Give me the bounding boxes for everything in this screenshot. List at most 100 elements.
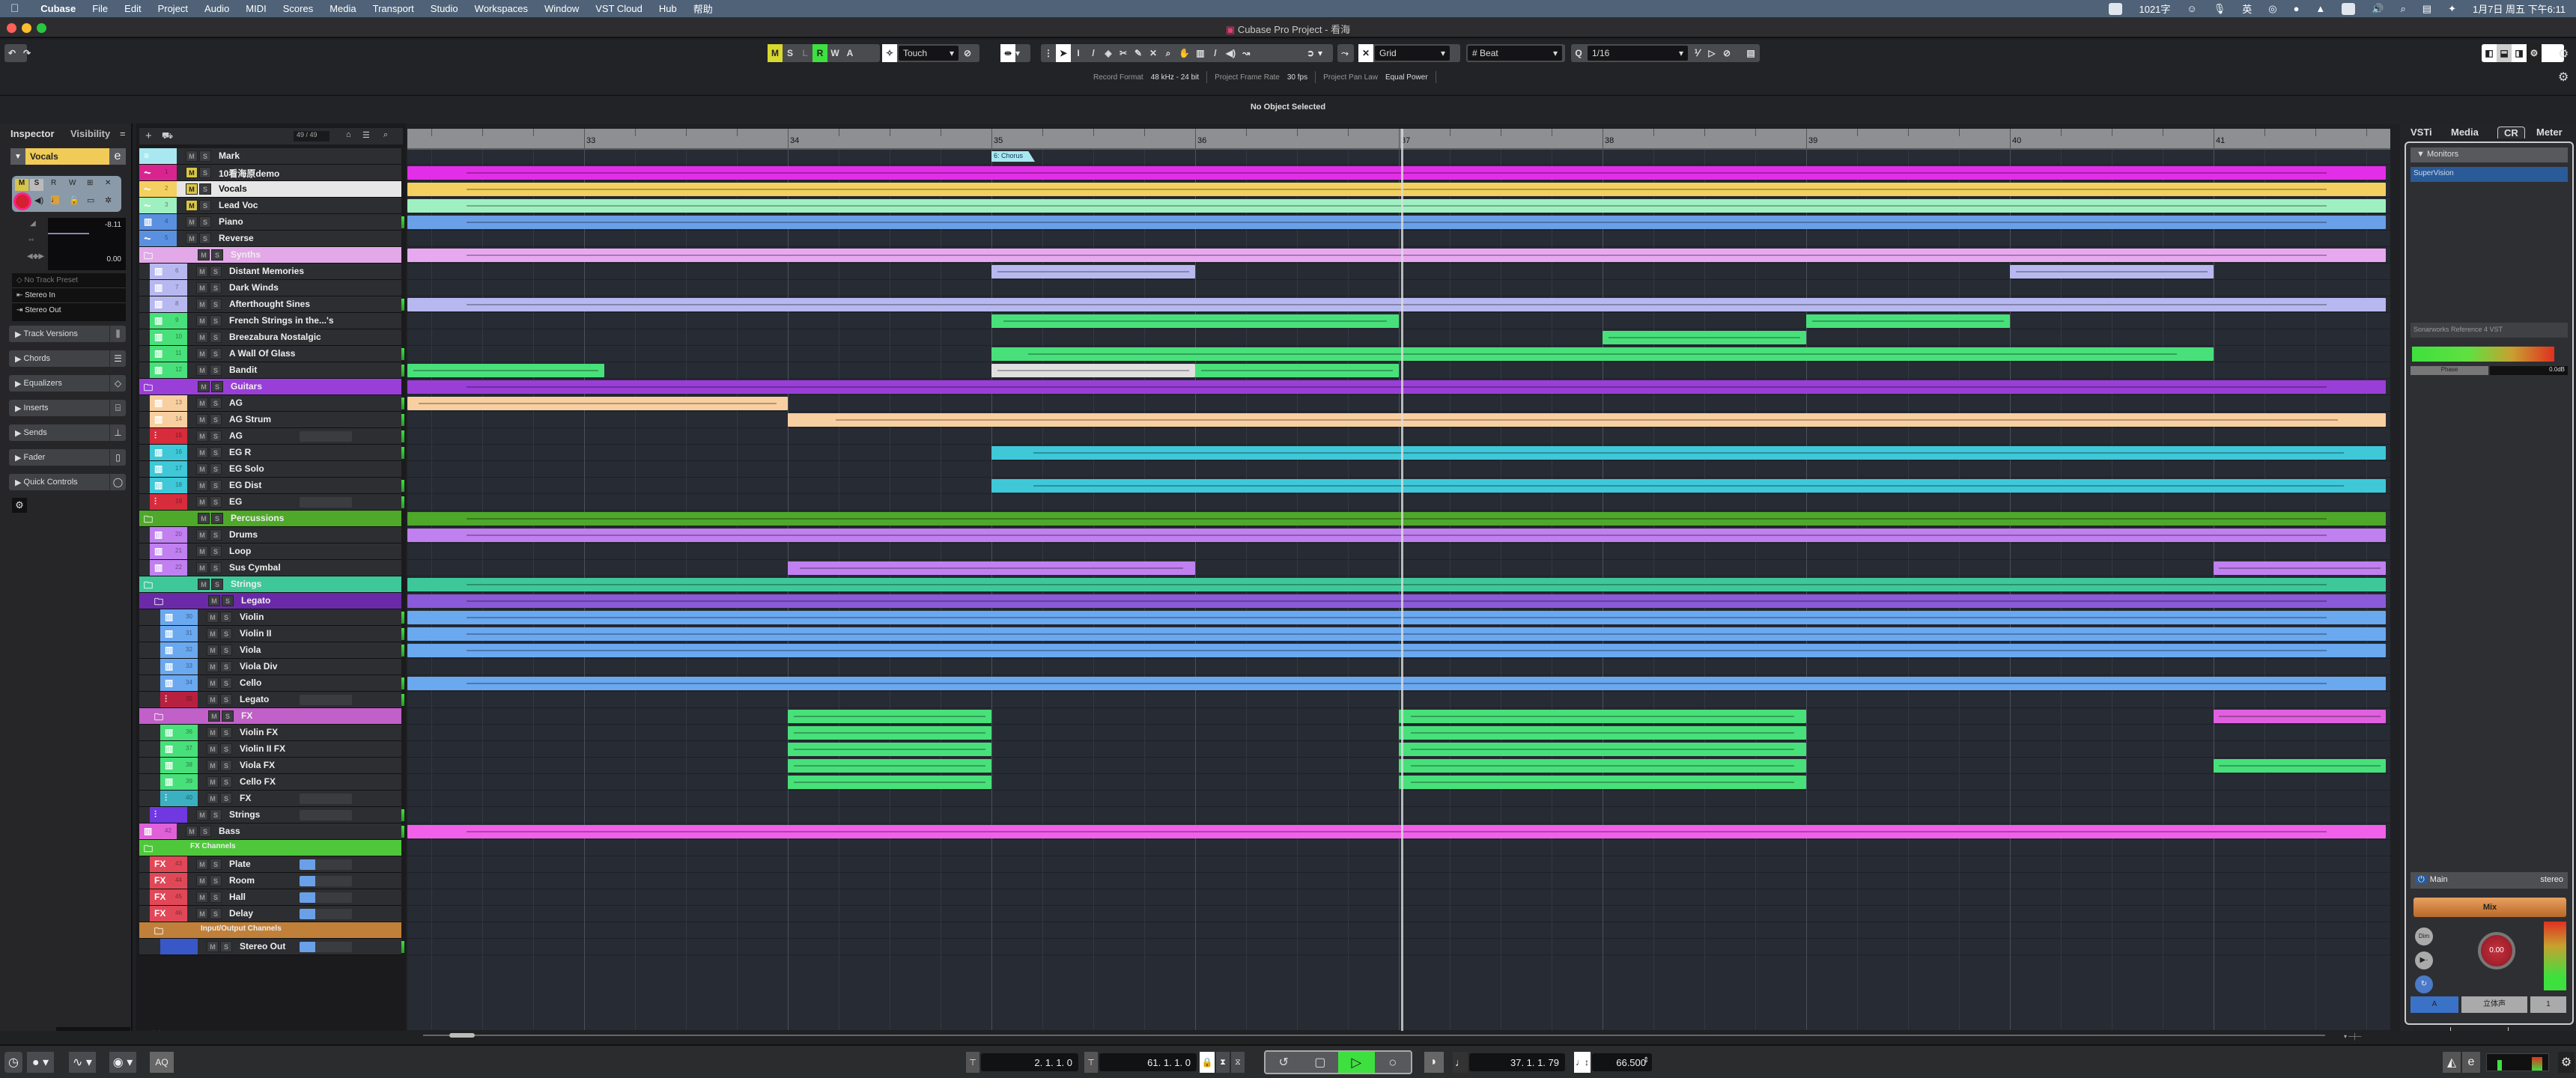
event-viola-fx[interactable] — [1399, 759, 1806, 773]
menu-edit[interactable]: Edit — [116, 3, 149, 14]
solo-button[interactable]: S — [220, 793, 232, 804]
solo-button[interactable]: S — [210, 398, 222, 409]
event-synths[interactable] — [407, 249, 2386, 262]
track-row[interactable]: ▥ 17 M S EG Solo — [139, 461, 401, 478]
event-lead-voc[interactable] — [407, 199, 2386, 213]
event-vocals[interactable] — [407, 183, 2386, 196]
visibility-agent-icon[interactable]: ⌂ — [346, 130, 351, 139]
project-cursor[interactable] — [1401, 129, 1403, 1031]
zoom-tool[interactable]: ⌕ — [1161, 44, 1176, 62]
event-eg-dist[interactable] — [991, 479, 2386, 493]
mute-button[interactable]: M — [196, 266, 208, 277]
microphone-icon[interactable]: 🎙 — [2214, 3, 2226, 15]
track-row[interactable]: 🗀 FX Channels — [139, 840, 401, 856]
object-selection-tool[interactable]: ➤ — [1056, 44, 1071, 62]
track-row[interactable]: ▥ 33 M S Viola Div — [139, 659, 401, 675]
track-name[interactable]: Legato — [241, 595, 270, 606]
lock-icon[interactable]: 🔓 — [69, 195, 79, 205]
mute-button[interactable]: M — [196, 447, 208, 458]
track-name[interactable]: Viola FX — [240, 760, 275, 770]
event-viola[interactable] — [407, 644, 2386, 657]
track-name[interactable]: Plate — [229, 859, 251, 869]
solo-button[interactable]: S — [211, 579, 223, 590]
monitor-supervision[interactable]: SuperVision — [2411, 167, 2568, 182]
mute-button[interactable]: M — [207, 661, 219, 672]
track-name[interactable]: Percussions — [231, 513, 284, 523]
track-name[interactable]: Violin FX — [240, 727, 278, 737]
quantize-icon[interactable]: Q — [1571, 44, 1586, 62]
menu-media[interactable]: Media — [321, 3, 364, 14]
channel-routing-controls[interactable] — [300, 909, 352, 919]
input-method[interactable]: 英 — [2242, 1, 2252, 16]
track-row[interactable]: ▥ 10 M S Breezabura Nostalgic — [139, 329, 401, 346]
mute-button[interactable]: M — [196, 282, 208, 293]
track-row[interactable]: ⫶ M S Strings — [139, 807, 404, 823]
grid-type-select[interactable]: # Beat ▾ — [1468, 46, 1562, 61]
solo-button[interactable]: S — [220, 677, 232, 689]
inspector-write-button[interactable]: W — [69, 179, 76, 187]
mute-button[interactable]: M — [207, 776, 219, 788]
menu-audio[interactable]: Audio — [196, 3, 237, 14]
track-row[interactable]: ▥ 13 M S AG — [139, 395, 404, 412]
quantize-select[interactable]: 1/16 ▾ — [1588, 46, 1688, 61]
track-name[interactable]: Cello FX — [240, 776, 276, 787]
track-row[interactable]: M S Stereo Out — [139, 939, 404, 955]
find-track-icon[interactable]: ⌕ — [383, 130, 388, 140]
track-name[interactable]: Sus Cymbal — [229, 562, 281, 573]
track-row[interactable]: ▥ 12 M S Bandit — [139, 362, 404, 379]
color-tool[interactable]: ↝ — [1239, 44, 1254, 62]
settings-wheel-icon[interactable]: ✲ — [105, 195, 112, 205]
event-french-strings-in-the-s[interactable] — [1806, 314, 2010, 328]
mute-tool[interactable]: ✕ — [1146, 44, 1161, 62]
zoom-slider[interactable]: ▾ ─┼─ — [2344, 1033, 2381, 1040]
event-violin-ii-fx[interactable] — [788, 743, 991, 756]
event-10-demo[interactable] — [407, 166, 2386, 180]
mute-button[interactable]: M — [196, 348, 208, 359]
track-name[interactable]: Reverse — [219, 233, 254, 243]
record-button[interactable]: ○ — [1375, 1052, 1412, 1073]
menu-transport[interactable]: Transport — [365, 3, 422, 14]
redo-icon[interactable]: ↷ — [19, 44, 34, 62]
solo-button[interactable]: S — [210, 546, 222, 557]
event-violin[interactable] — [407, 611, 2386, 624]
split-tool[interactable]: ✂ — [1116, 44, 1131, 62]
track-name[interactable]: Bass — [219, 826, 240, 836]
solo-button[interactable]: S — [220, 661, 232, 672]
track-name[interactable]: FX — [240, 793, 251, 803]
event-piano[interactable] — [407, 216, 2386, 229]
track-name[interactable]: EG — [229, 496, 242, 507]
output-routing[interactable]: ⇥ Stereo Out — [12, 303, 126, 318]
event-fx[interactable] — [2214, 710, 2386, 723]
iterative-quantize-icon[interactable]: ⅟ — [1689, 44, 1704, 62]
sync-icon[interactable]: ◎ — [2268, 3, 2276, 15]
event-afterthought-sines[interactable] — [407, 298, 2386, 311]
solo-button[interactable]: S — [210, 414, 222, 425]
event-bandit[interactable] — [1195, 364, 1399, 377]
mute-button[interactable]: M — [207, 694, 219, 705]
track-name[interactable]: Stereo Out — [240, 941, 285, 951]
monitors-header[interactable]: ▼ Monitors — [2411, 147, 2568, 162]
edit-channel-icon[interactable]: ⊞ — [87, 179, 93, 187]
track-row[interactable]: ⏦ 3 M S Lead Voc — [139, 198, 401, 214]
play-tool[interactable]: ◀) — [1223, 44, 1239, 62]
menu-help[interactable]: 帮助 — [685, 1, 721, 16]
track-list-options-icon[interactable]: ☰ — [362, 130, 370, 140]
downmix-button[interactable]: 立体声 — [2461, 996, 2527, 1013]
constrain-delay[interactable]: ⇹ ▾ — [1000, 44, 1030, 62]
event-french-strings-in-the-s[interactable] — [991, 314, 1399, 328]
solo-all-button[interactable]: S — [783, 44, 798, 62]
event-violin-fx[interactable] — [788, 726, 991, 740]
metronome-icon[interactable]: ◭ — [2443, 1052, 2461, 1073]
snap-type[interactable]: ✕ Grid ▾ — [1358, 44, 1460, 62]
solo-button[interactable]: S — [199, 826, 211, 837]
control-center-icon[interactable]: ▤ — [2422, 3, 2431, 15]
monitor-insert-plugin[interactable]: Sonarworks Reference 4 VST — [2411, 323, 2568, 338]
record-enable-button[interactable] — [13, 192, 31, 210]
track-row[interactable]: ▥ 9 M S French Strings in the...'s — [139, 313, 401, 329]
menu-file[interactable]: File — [84, 3, 116, 14]
mute-button[interactable]: M — [186, 826, 198, 837]
inspector-mute-button[interactable]: M — [15, 179, 28, 191]
track-row[interactable]: ▥ 36 M S Violin FX — [139, 725, 401, 741]
mute-button[interactable]: M — [186, 167, 198, 178]
solo-button[interactable]: S — [210, 908, 222, 919]
